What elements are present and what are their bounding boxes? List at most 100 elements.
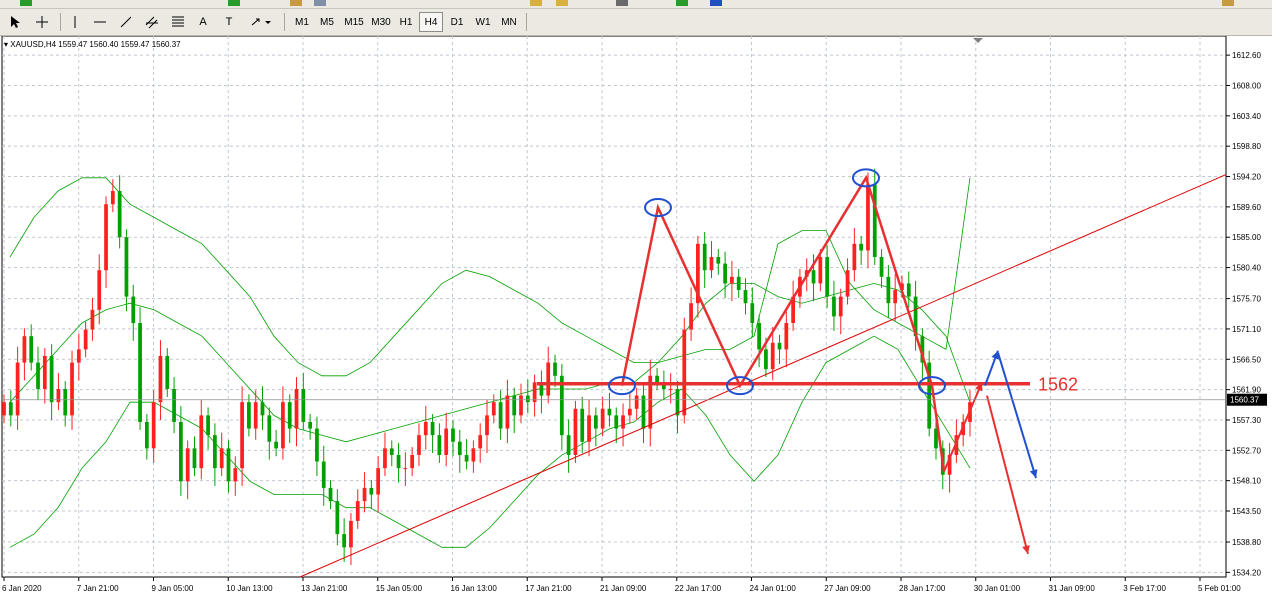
top-toolbar-strip bbox=[0, 0, 1272, 9]
candle-body bbox=[655, 375, 659, 383]
candle-body bbox=[369, 487, 374, 495]
x-tick-label: 15 Jan 05:00 bbox=[376, 584, 423, 593]
candle-body bbox=[410, 454, 415, 469]
candle-body bbox=[247, 402, 251, 429]
support-level-label: 1562 bbox=[1038, 375, 1078, 395]
candle-body bbox=[451, 428, 455, 442]
candle-body bbox=[253, 402, 258, 429]
timeframe-m1-button[interactable]: M1 bbox=[290, 12, 314, 32]
candle-body bbox=[389, 448, 394, 455]
x-tick-label: 27 Jan 09:00 bbox=[824, 584, 871, 593]
candle-body bbox=[770, 342, 775, 370]
history-icon[interactable] bbox=[710, 0, 722, 6]
candle-body bbox=[328, 487, 333, 502]
candle-body bbox=[199, 415, 204, 469]
candle-body bbox=[158, 355, 163, 403]
text-label-icon[interactable]: T bbox=[220, 12, 238, 32]
chart-window[interactable]: 1612.60 1608.00 1603.40 1598.80 1594.20 1589.… bbox=[0, 36, 1272, 601]
candle-body bbox=[308, 421, 312, 429]
y-tick-label: 1589.60 bbox=[1232, 203, 1261, 212]
cursor-icon[interactable] bbox=[6, 12, 24, 32]
x-tick-label: 22 Jan 17:00 bbox=[675, 584, 722, 593]
y-tick-label: 1608.00 bbox=[1232, 81, 1261, 90]
candle-body bbox=[90, 309, 95, 330]
y-tick-label: 1594.20 bbox=[1232, 173, 1261, 182]
timeframe-m15-button[interactable]: M15 bbox=[340, 12, 368, 32]
timeframe-m30-button[interactable]: M30 bbox=[367, 12, 395, 32]
y-tick-label: 1585.00 bbox=[1232, 233, 1261, 242]
candle-body bbox=[172, 388, 176, 422]
candle-body bbox=[104, 204, 108, 271]
options-icon[interactable] bbox=[1222, 0, 1234, 6]
candle-body bbox=[866, 184, 870, 251]
candle-body bbox=[730, 276, 734, 284]
text-tool-icon[interactable]: A bbox=[194, 12, 212, 32]
candle-body bbox=[110, 191, 115, 205]
timeframe-mn-button[interactable]: MN bbox=[497, 12, 521, 32]
candle-body bbox=[627, 408, 632, 416]
x-tick-label: 6 Jan 2020 bbox=[2, 584, 42, 593]
x-tick-label: 5 Feb 01:00 bbox=[1198, 584, 1241, 593]
timeframe-h4-button[interactable]: H4 bbox=[419, 12, 443, 32]
candle-body bbox=[376, 468, 381, 495]
candle-body bbox=[15, 362, 20, 416]
candle-body bbox=[49, 355, 54, 403]
y-tick-label: 1580.40 bbox=[1232, 264, 1261, 273]
crosshair-icon[interactable] bbox=[32, 12, 52, 32]
new-order-icon[interactable] bbox=[20, 0, 32, 6]
arrows-dropdown-icon[interactable] bbox=[246, 12, 276, 32]
candle-body bbox=[845, 270, 850, 297]
folder-icon[interactable] bbox=[290, 0, 302, 6]
timeframe-m5-button[interactable]: M5 bbox=[315, 12, 339, 32]
candle-body bbox=[430, 421, 435, 436]
candle-body bbox=[287, 402, 292, 429]
candle-body bbox=[512, 395, 517, 416]
vertical-line-icon[interactable] bbox=[66, 12, 84, 32]
candle-body bbox=[580, 408, 585, 442]
candle-body bbox=[22, 336, 27, 363]
candle-body bbox=[29, 336, 34, 363]
candle-body bbox=[437, 435, 442, 455]
price-chart[interactable]: 1612.60 1608.00 1603.40 1598.80 1594.20 1589.… bbox=[0, 36, 1272, 601]
timeframe-h1-button[interactable]: H1 bbox=[394, 12, 418, 32]
candle-body bbox=[144, 421, 149, 449]
candle-body bbox=[165, 355, 170, 389]
fibonacci-icon[interactable] bbox=[168, 12, 188, 32]
y-tick-label: 1552.70 bbox=[1232, 446, 1261, 455]
chart-shift-icon[interactable] bbox=[616, 0, 628, 6]
timeframe-w1-button[interactable]: W1 bbox=[471, 12, 495, 32]
timeframe-d1-button[interactable]: D1 bbox=[445, 12, 469, 32]
candle-body bbox=[689, 303, 693, 330]
candle-body bbox=[723, 263, 727, 284]
x-tick-label: 21 Jan 09:00 bbox=[600, 584, 647, 593]
y-tick-label: 1543.50 bbox=[1232, 507, 1261, 516]
add-indicator-icon[interactable] bbox=[676, 0, 688, 6]
candle-body bbox=[403, 468, 408, 470]
channel-icon[interactable] bbox=[142, 12, 162, 32]
x-tick-label: 3 Feb 17:00 bbox=[1123, 584, 1166, 593]
candle-body bbox=[886, 276, 891, 304]
candle-body bbox=[573, 408, 578, 455]
symbol-info: ▾ XAUUSD,H4 1559.47 1560.40 1559.47 1560… bbox=[4, 40, 181, 49]
candle-body bbox=[757, 322, 761, 350]
market-watch-icon[interactable] bbox=[228, 0, 240, 6]
candle-body bbox=[42, 355, 47, 389]
print-icon[interactable] bbox=[314, 0, 326, 6]
candle-body bbox=[532, 382, 537, 403]
candle-body bbox=[294, 388, 299, 429]
candle-body bbox=[859, 243, 864, 251]
ohlc-values: 1559.47 1560.40 1559.47 1560.37 bbox=[58, 40, 181, 49]
zoom-in-icon[interactable] bbox=[530, 0, 542, 6]
candle-body bbox=[192, 448, 197, 469]
toolbar-separator bbox=[60, 13, 61, 31]
candle-body bbox=[634, 395, 639, 409]
zoom-out-icon[interactable] bbox=[556, 0, 568, 6]
candle-body bbox=[151, 402, 156, 449]
trendline-icon[interactable] bbox=[116, 12, 136, 32]
candle-body bbox=[274, 441, 278, 449]
candle-body bbox=[185, 448, 190, 482]
candle-body bbox=[8, 402, 13, 416]
candle-body bbox=[315, 428, 319, 462]
y-tick-label: 1603.40 bbox=[1232, 112, 1261, 121]
horizontal-line-icon[interactable] bbox=[90, 12, 110, 32]
